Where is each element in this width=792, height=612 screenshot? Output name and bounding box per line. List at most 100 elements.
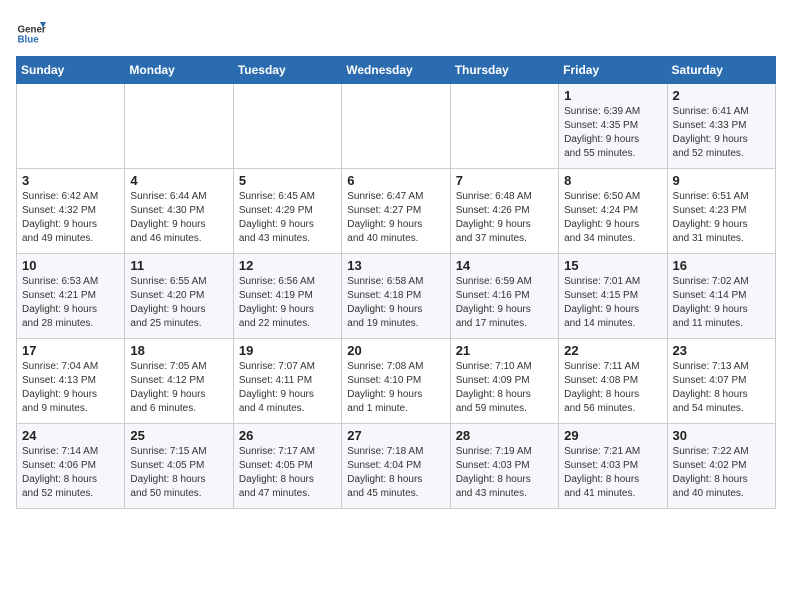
day-number: 13 xyxy=(347,258,444,273)
day-number: 3 xyxy=(22,173,119,188)
calendar-cell: 20 Sunrise: 7:08 AM Sunset: 4:10 PM Dayli… xyxy=(342,339,450,424)
logo: General Blue xyxy=(16,16,46,46)
calendar-cell: 15 Sunrise: 7:01 AM Sunset: 4:15 PM Dayli… xyxy=(559,254,667,339)
day-number: 6 xyxy=(347,173,444,188)
day-number: 27 xyxy=(347,428,444,443)
calendar-cell: 21 Sunrise: 7:10 AM Sunset: 4:09 PM Dayli… xyxy=(450,339,558,424)
calendar-week-1: 3 Sunrise: 6:42 AM Sunset: 4:32 PM Daylig… xyxy=(17,169,776,254)
calendar-cell: 13 Sunrise: 6:58 AM Sunset: 4:18 PM Dayli… xyxy=(342,254,450,339)
page-header: General Blue xyxy=(16,16,776,46)
day-info: Sunrise: 6:53 AM Sunset: 4:21 PM Dayligh… xyxy=(22,275,119,331)
calendar-cell: 2 Sunrise: 6:41 AM Sunset: 4:33 PM Daylig… xyxy=(667,84,775,169)
weekday-header-row: SundayMondayTuesdayWednesdayThursdayFrid… xyxy=(17,57,776,84)
weekday-header-tuesday: Tuesday xyxy=(233,57,341,84)
day-info: Sunrise: 7:19 AM Sunset: 4:03 PM Dayligh… xyxy=(456,445,553,501)
weekday-header-wednesday: Wednesday xyxy=(342,57,450,84)
weekday-header-saturday: Saturday xyxy=(667,57,775,84)
day-number: 20 xyxy=(347,343,444,358)
calendar-cell: 28 Sunrise: 7:19 AM Sunset: 4:03 PM Dayli… xyxy=(450,424,558,509)
calendar-cell: 19Sunrise: 7:07 AM Sunset: 4:11 PM Dayli… xyxy=(233,339,341,424)
day-info: Sunrise: 6:47 AM Sunset: 4:27 PM Dayligh… xyxy=(347,190,444,246)
day-number: 30 xyxy=(673,428,770,443)
calendar-table: SundayMondayTuesdayWednesdayThursdayFrid… xyxy=(16,56,776,509)
day-info: Sunrise: 6:42 AM Sunset: 4:32 PM Dayligh… xyxy=(22,190,119,246)
day-info: Sunrise: 7:18 AM Sunset: 4:04 PM Dayligh… xyxy=(347,445,444,501)
weekday-header-thursday: Thursday xyxy=(450,57,558,84)
day-info: Sunrise: 6:50 AM Sunset: 4:24 PM Dayligh… xyxy=(564,190,661,246)
calendar-cell: 25 Sunrise: 7:15 AM Sunset: 4:05 PM Dayli… xyxy=(125,424,233,509)
day-info: Sunrise: 7:14 AM Sunset: 4:06 PM Dayligh… xyxy=(22,445,119,501)
day-info: Sunrise: 6:48 AM Sunset: 4:26 PM Dayligh… xyxy=(456,190,553,246)
day-info: Sunrise: 7:05 AM Sunset: 4:12 PM Dayligh… xyxy=(130,360,227,416)
calendar-cell: 4Sunrise: 6:44 AM Sunset: 4:30 PM Daylig… xyxy=(125,169,233,254)
weekday-header-sunday: Sunday xyxy=(17,57,125,84)
day-number: 19 xyxy=(239,343,336,358)
calendar-cell: 16 Sunrise: 7:02 AM Sunset: 4:14 PM Dayli… xyxy=(667,254,775,339)
calendar-cell: 26 Sunrise: 7:17 AM Sunset: 4:05 PM Dayli… xyxy=(233,424,341,509)
day-number: 26 xyxy=(239,428,336,443)
calendar-cell: 8 Sunrise: 6:50 AM Sunset: 4:24 PM Daylig… xyxy=(559,169,667,254)
day-info: Sunrise: 6:51 AM Sunset: 4:23 PM Dayligh… xyxy=(673,190,770,246)
calendar-week-0: 1Sunrise: 6:39 AM Sunset: 4:35 PM Daylig… xyxy=(17,84,776,169)
day-info: Sunrise: 7:17 AM Sunset: 4:05 PM Dayligh… xyxy=(239,445,336,501)
calendar-week-4: 24Sunrise: 7:14 AM Sunset: 4:06 PM Dayli… xyxy=(17,424,776,509)
day-number: 22 xyxy=(564,343,661,358)
calendar-cell: 22 Sunrise: 7:11 AM Sunset: 4:08 PM Dayli… xyxy=(559,339,667,424)
calendar-cell: 12 Sunrise: 6:56 AM Sunset: 4:19 PM Dayli… xyxy=(233,254,341,339)
day-info: Sunrise: 7:04 AM Sunset: 4:13 PM Dayligh… xyxy=(22,360,119,416)
day-info: Sunrise: 7:15 AM Sunset: 4:05 PM Dayligh… xyxy=(130,445,227,501)
calendar-cell: 7Sunrise: 6:48 AM Sunset: 4:26 PM Daylig… xyxy=(450,169,558,254)
day-info: Sunrise: 7:08 AM Sunset: 4:10 PM Dayligh… xyxy=(347,360,444,416)
day-number: 2 xyxy=(673,88,770,103)
day-number: 12 xyxy=(239,258,336,273)
day-number: 17 xyxy=(22,343,119,358)
day-number: 11 xyxy=(130,258,227,273)
day-info: Sunrise: 6:41 AM Sunset: 4:33 PM Dayligh… xyxy=(673,105,770,161)
day-number: 23 xyxy=(673,343,770,358)
calendar-cell xyxy=(17,84,125,169)
day-info: Sunrise: 7:01 AM Sunset: 4:15 PM Dayligh… xyxy=(564,275,661,331)
day-number: 18 xyxy=(130,343,227,358)
day-info: Sunrise: 7:13 AM Sunset: 4:07 PM Dayligh… xyxy=(673,360,770,416)
calendar-cell: 14 Sunrise: 6:59 AM Sunset: 4:16 PM Dayli… xyxy=(450,254,558,339)
calendar-week-2: 10Sunrise: 6:53 AM Sunset: 4:21 PM Dayli… xyxy=(17,254,776,339)
day-info: Sunrise: 7:21 AM Sunset: 4:03 PM Dayligh… xyxy=(564,445,661,501)
day-info: Sunrise: 6:58 AM Sunset: 4:18 PM Dayligh… xyxy=(347,275,444,331)
calendar-cell xyxy=(342,84,450,169)
day-number: 28 xyxy=(456,428,553,443)
day-number: 16 xyxy=(673,258,770,273)
calendar-cell: 11Sunrise: 6:55 AM Sunset: 4:20 PM Dayli… xyxy=(125,254,233,339)
day-number: 8 xyxy=(564,173,661,188)
day-info: Sunrise: 6:56 AM Sunset: 4:19 PM Dayligh… xyxy=(239,275,336,331)
day-info: Sunrise: 7:02 AM Sunset: 4:14 PM Dayligh… xyxy=(673,275,770,331)
day-number: 29 xyxy=(564,428,661,443)
calendar-cell xyxy=(125,84,233,169)
day-number: 1 xyxy=(564,88,661,103)
day-info: Sunrise: 6:45 AM Sunset: 4:29 PM Dayligh… xyxy=(239,190,336,246)
day-info: Sunrise: 7:10 AM Sunset: 4:09 PM Dayligh… xyxy=(456,360,553,416)
weekday-header-friday: Friday xyxy=(559,57,667,84)
calendar-cell: 24Sunrise: 7:14 AM Sunset: 4:06 PM Dayli… xyxy=(17,424,125,509)
day-number: 9 xyxy=(673,173,770,188)
calendar-cell xyxy=(233,84,341,169)
calendar-cell: 10Sunrise: 6:53 AM Sunset: 4:21 PM Dayli… xyxy=(17,254,125,339)
svg-text:Blue: Blue xyxy=(18,34,40,45)
day-info: Sunrise: 7:11 AM Sunset: 4:08 PM Dayligh… xyxy=(564,360,661,416)
day-info: Sunrise: 6:59 AM Sunset: 4:16 PM Dayligh… xyxy=(456,275,553,331)
calendar-cell: 18 Sunrise: 7:05 AM Sunset: 4:12 PM Dayli… xyxy=(125,339,233,424)
calendar-cell: 30Sunrise: 7:22 AM Sunset: 4:02 PM Dayli… xyxy=(667,424,775,509)
day-number: 14 xyxy=(456,258,553,273)
calendar-cell: 9 Sunrise: 6:51 AM Sunset: 4:23 PM Daylig… xyxy=(667,169,775,254)
day-number: 25 xyxy=(130,428,227,443)
calendar-cell: 6 Sunrise: 6:47 AM Sunset: 4:27 PM Daylig… xyxy=(342,169,450,254)
day-number: 21 xyxy=(456,343,553,358)
calendar-cell: 23 Sunrise: 7:13 AM Sunset: 4:07 PM Dayli… xyxy=(667,339,775,424)
weekday-header-monday: Monday xyxy=(125,57,233,84)
calendar-cell: 1Sunrise: 6:39 AM Sunset: 4:35 PM Daylig… xyxy=(559,84,667,169)
calendar-cell: 5Sunrise: 6:45 AM Sunset: 4:29 PM Daylig… xyxy=(233,169,341,254)
calendar-cell: 29 Sunrise: 7:21 AM Sunset: 4:03 PM Dayli… xyxy=(559,424,667,509)
day-number: 15 xyxy=(564,258,661,273)
day-info: Sunrise: 6:44 AM Sunset: 4:30 PM Dayligh… xyxy=(130,190,227,246)
calendar-cell: 27 Sunrise: 7:18 AM Sunset: 4:04 PM Dayli… xyxy=(342,424,450,509)
calendar-cell xyxy=(450,84,558,169)
